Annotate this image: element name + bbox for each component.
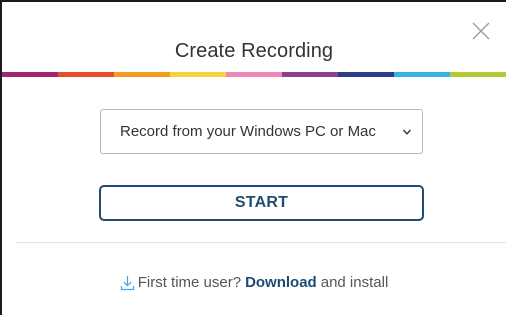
dialog-title: Create Recording [174,40,334,62]
recording-source-select[interactable]: Record from your Windows PC or Mac [100,109,423,154]
color-stripe-segment [450,72,506,77]
start-button-label: START [234,194,289,211]
footer-prefix-text: First time user? [137,274,242,291]
color-stripe [2,72,506,77]
chevron-down-icon [402,127,412,137]
color-stripe-segment [394,72,450,77]
color-stripe-segment [338,72,394,77]
recording-source-selected-value: Record from your Windows PC or Mac [120,123,376,140]
color-stripe-segment [226,72,282,77]
close-icon [472,22,490,40]
download-icon [120,275,135,291]
footer-suffix-text: and install [320,274,389,291]
start-button[interactable]: START [99,185,424,221]
divider [16,242,506,243]
download-link[interactable]: Download [245,274,317,291]
color-stripe-segment [58,72,114,77]
color-stripe-segment [282,72,338,77]
color-stripe-segment [170,72,226,77]
create-recording-dialog: Create Recording Record from your Window… [2,2,506,315]
close-button[interactable] [472,22,490,40]
color-stripe-segment [2,72,58,77]
footer-download-prompt: First time user? Download and install [2,274,506,291]
color-stripe-segment [114,72,170,77]
